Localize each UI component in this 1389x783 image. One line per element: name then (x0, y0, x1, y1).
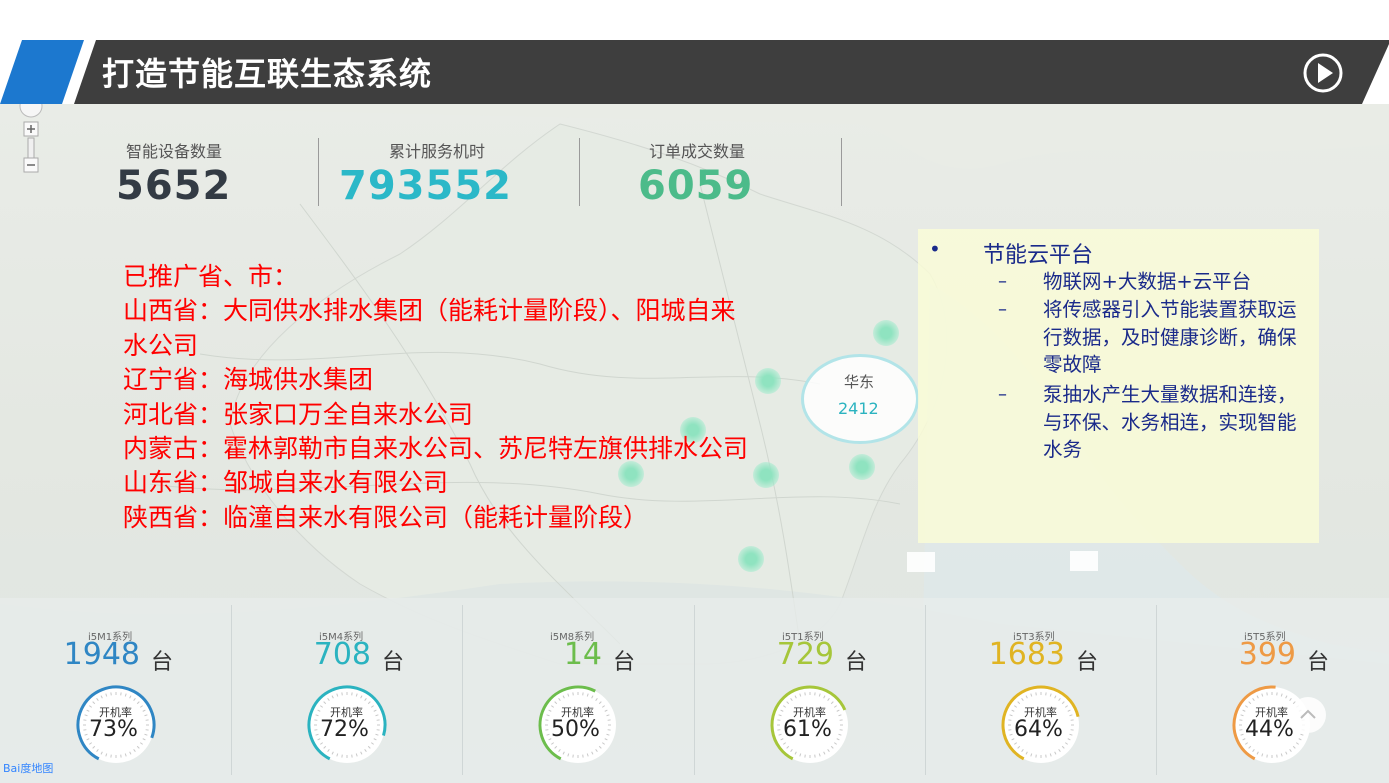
metrics-divider (231, 605, 232, 775)
metric-unit: 台 (151, 650, 174, 675)
promotion-line: 河北省：张家口万全自来水公司 (123, 399, 474, 429)
metric-count: 399 (1238, 637, 1296, 672)
stat-value-devices: 5652 (116, 163, 232, 209)
bullet-dot: • (929, 237, 941, 261)
metric-unit: 台 (1076, 650, 1099, 675)
gauge-rate: 72% (320, 717, 369, 742)
cloud-platform-item: 物联网+大数据+云平台 (1043, 270, 1252, 293)
metric-count: 14 (563, 637, 602, 672)
promotion-line: 辽宁省：海城供水集团 (123, 365, 374, 395)
stat-divider (318, 138, 319, 206)
scroll-top-button[interactable] (1290, 697, 1326, 733)
promotion-line: 内蒙古：霍林郭勒市自来水公司、苏尼特左旗供排水公司 (123, 434, 749, 464)
promotion-heading: 已推广省、市： (123, 262, 299, 291)
promotion-line: 陕西省：临潼自来水有限公司（能耗计量阶段） (123, 502, 649, 532)
stat-label-devices: 智能设备数量 (126, 142, 223, 161)
map-tile-marker (1070, 551, 1098, 571)
gauge-rate: 44% (1245, 717, 1294, 742)
cloud-platform-item: 将传感器引入节能装置获取运行数据，及时健康诊断，确保零故障 (1043, 298, 1297, 376)
promotion-line: 山东省：邹城自来水有限公司 (123, 468, 449, 498)
map-marker[interactable] (738, 546, 764, 572)
metric-unit: 台 (382, 650, 405, 675)
stat-label-orders: 订单成交数量 (649, 142, 746, 161)
dash-marker: – (998, 299, 1007, 320)
metric-unit: 台 (613, 650, 636, 675)
metric-count: 729 (776, 637, 834, 672)
stat-value-orders: 6059 (638, 163, 754, 209)
metrics-divider (694, 605, 695, 775)
dash-marker: – (998, 271, 1007, 292)
metrics-divider (1156, 605, 1157, 775)
dash-marker: – (998, 384, 1007, 405)
banner-blue-accent (0, 40, 84, 104)
metric-unit: 台 (845, 650, 868, 675)
map-tile-marker (907, 552, 935, 572)
stat-divider (841, 138, 842, 206)
gauge-rate: 64% (1014, 717, 1063, 742)
promotion-line: 水公司 (123, 330, 199, 360)
cloud-platform-title: 节能云平台 (983, 243, 1094, 268)
page-title: 打造节能互联生态系统 (102, 55, 433, 93)
gauge-rate: 73% (89, 717, 138, 742)
map-zoom-control[interactable] (18, 94, 48, 188)
stat-value-service-hours: 793552 (339, 163, 512, 209)
cloud-platform-item: 泵抽水产生大量数据和连接，与环保、水务相连，实现智能水务 (1043, 383, 1297, 461)
map-logo: Bai度地图 (3, 762, 54, 775)
metrics-divider (925, 605, 926, 775)
metric-count: 708 (313, 637, 371, 672)
play-icon[interactable] (1302, 52, 1344, 94)
gauge-rate: 61% (783, 717, 832, 742)
metric-unit: 台 (1307, 650, 1330, 675)
stat-label-service-hours: 累计服务机时 (389, 142, 486, 161)
metrics-divider (462, 605, 463, 775)
promotion-line: 山西省：大同供水排水集团（能耗计量阶段）、阳城自来 (123, 296, 736, 326)
top-whitespace (0, 0, 1389, 40)
stat-divider (579, 138, 580, 206)
promotion-list: 已推广省、市： 山西省：大同供水排水集团（能耗计量阶段）、阳城自来 水公司 辽宁… (123, 260, 883, 535)
metric-count: 1948 (63, 637, 140, 672)
gauge-rate: 50% (551, 717, 600, 742)
metric-count: 1683 (988, 637, 1065, 672)
